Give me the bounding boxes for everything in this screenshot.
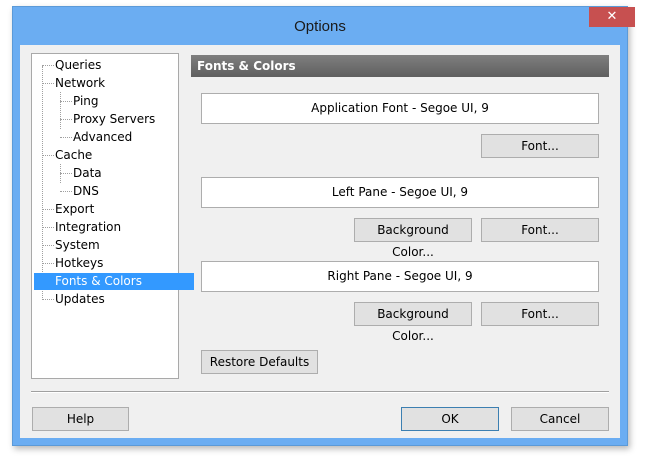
close-icon: ✕ — [606, 9, 618, 24]
tree-item-fonts-colors[interactable]: Fonts & Colors — [34, 273, 194, 290]
tree-connector-root — [42, 66, 43, 300]
tree-item-dns[interactable]: DNS — [70, 183, 103, 200]
tree-item-cache[interactable]: Cache — [52, 147, 96, 164]
left-pane-font-button[interactable]: Font... — [481, 218, 599, 242]
tree-item-hotkeys[interactable]: Hotkeys — [52, 255, 107, 272]
close-button[interactable]: ✕ — [589, 7, 635, 27]
restore-defaults-button[interactable]: Restore Defaults — [201, 350, 318, 374]
options-window: Options ✕ Queries Network Ping Proxy Ser… — [12, 6, 635, 446]
tree-connector-network — [60, 92, 61, 129]
tree-item-queries[interactable]: Queries — [52, 57, 105, 74]
application-font-preview: Application Font - Segoe UI, 9 — [201, 93, 599, 124]
left-pane-background-button[interactable]: Background Color... — [354, 218, 472, 259]
help-button[interactable]: Help — [32, 407, 129, 431]
tree-item-ping[interactable]: Ping — [70, 93, 103, 110]
right-pane-background-button[interactable]: Background Color... — [354, 302, 472, 343]
right-pane-font-button[interactable]: Font... — [481, 302, 599, 326]
window-title: Options — [294, 18, 346, 35]
cancel-button[interactable]: Cancel — [511, 407, 609, 431]
tree-item-advanced[interactable]: Advanced — [70, 129, 136, 146]
tree-item-export[interactable]: Export — [52, 201, 98, 218]
left-pane-preview: Left Pane - Segoe UI, 9 — [201, 177, 599, 208]
dialog-client: Queries Network Ping Proxy Servers Advan… — [20, 45, 620, 438]
tree-item-data[interactable]: Data — [70, 165, 106, 182]
options-tree[interactable]: Queries Network Ping Proxy Servers Advan… — [31, 53, 194, 379]
section-header: Fonts & Colors — [191, 55, 609, 77]
application-font-button[interactable]: Font... — [481, 134, 599, 158]
tree-item-proxy-servers[interactable]: Proxy Servers — [70, 111, 159, 128]
ok-button[interactable]: OK — [401, 407, 499, 431]
tree-item-system[interactable]: System — [52, 237, 104, 254]
footer-separator — [31, 391, 609, 393]
tree-item-integration[interactable]: Integration — [52, 219, 125, 236]
tree-item-updates[interactable]: Updates — [52, 291, 109, 308]
right-pane-preview: Right Pane - Segoe UI, 9 — [201, 261, 599, 292]
title-bar[interactable]: Options ✕ — [13, 7, 635, 45]
tree-item-network[interactable]: Network — [52, 75, 109, 92]
